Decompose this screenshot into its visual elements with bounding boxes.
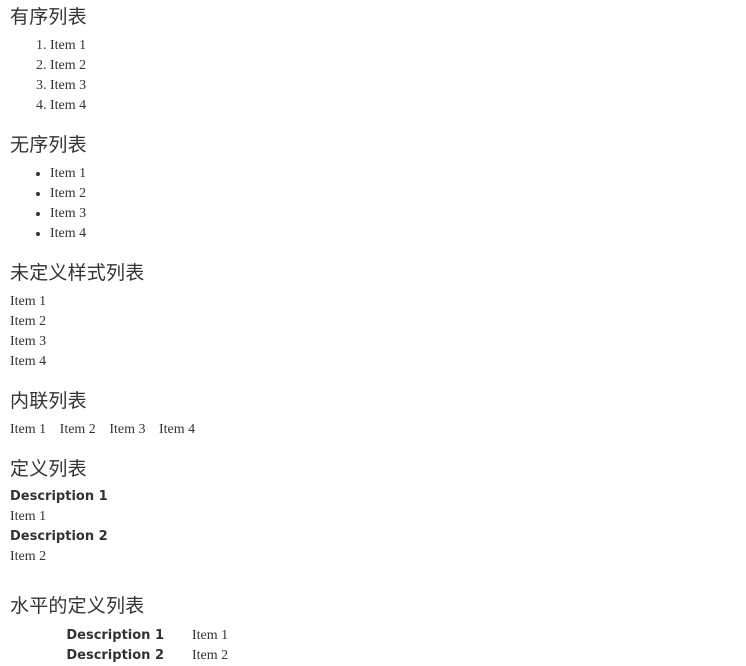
section-ordered-list-heading-wrap: 有序列表 (10, 7, 746, 28)
section-unordered-list-heading-wrap: 无序列表 (10, 133, 746, 156)
definition-description: Item 2 (10, 549, 47, 565)
list-item: Item 4 (10, 353, 47, 369)
list-item: Item 3 (10, 333, 47, 349)
list-item: Item 1 (10, 293, 47, 309)
section-horizontal-definition-list-heading-wrap: 水平的定义列表 (10, 596, 746, 617)
list-item: Item 1 (50, 36, 746, 56)
list-item: Item 2 (50, 184, 746, 204)
heading-ordered-list: 有序列表 (10, 6, 87, 28)
definition-term: Description 2 (66, 648, 164, 664)
definition-description: Item 1 (10, 509, 47, 525)
list-item: Item 1 (10, 421, 47, 437)
page-root: 有序列表 Item 1 Item 2 Item 3 Item 4 无序列表 It… (0, 7, 746, 666)
section-inline-list-heading-wrap: 内联列表 (10, 389, 746, 412)
definition-term: Description 1 (66, 628, 164, 644)
inline-list: Item 1 Item 2 Item 3 Item 4 (0, 420, 746, 440)
unordered-list: Item 1 Item 2 Item 3 Item 4 (0, 164, 746, 244)
section-unstyled-list-heading-wrap: 未定义样式列表 (10, 261, 746, 284)
heading-definition-list: 定义列表 (10, 457, 87, 480)
list-item: Item 3 (50, 76, 746, 96)
section-definition-list-heading-wrap: 定义列表 (10, 457, 746, 480)
definition-description: Item 1 (192, 628, 229, 644)
list-item: Item 2 (10, 313, 47, 329)
list-item: Item 2 (59, 421, 96, 437)
list-item: Item 4 (50, 96, 746, 116)
list-item: Item 4 (50, 224, 746, 244)
heading-inline-list: 内联列表 (10, 389, 87, 412)
definition-term: Description 1 (10, 489, 108, 505)
list-item: Item 2 (50, 56, 746, 76)
definition-description: Item 2 (192, 648, 229, 664)
heading-unstyled-list: 未定义样式列表 (10, 261, 145, 284)
list-item: Item 3 (109, 421, 146, 437)
unstyled-list: Item 1 Item 2 Item 3 Item 4 (0, 292, 746, 372)
list-item: Item 3 (50, 204, 746, 224)
ordered-list: Item 1 Item 2 Item 3 Item 4 (0, 36, 746, 116)
list-item: Item 4 (158, 421, 196, 437)
list-item: Item 1 (50, 164, 746, 184)
horizontal-definition-list: Description 1 Item 1 Description 2 Item … (0, 626, 746, 666)
definition-list: Description 1 Item 1 Description 2 Item … (0, 487, 746, 567)
definition-term: Description 2 (10, 529, 108, 545)
heading-horizontal-definition-list: 水平的定义列表 (10, 595, 145, 618)
heading-unordered-list: 无序列表 (10, 133, 87, 156)
